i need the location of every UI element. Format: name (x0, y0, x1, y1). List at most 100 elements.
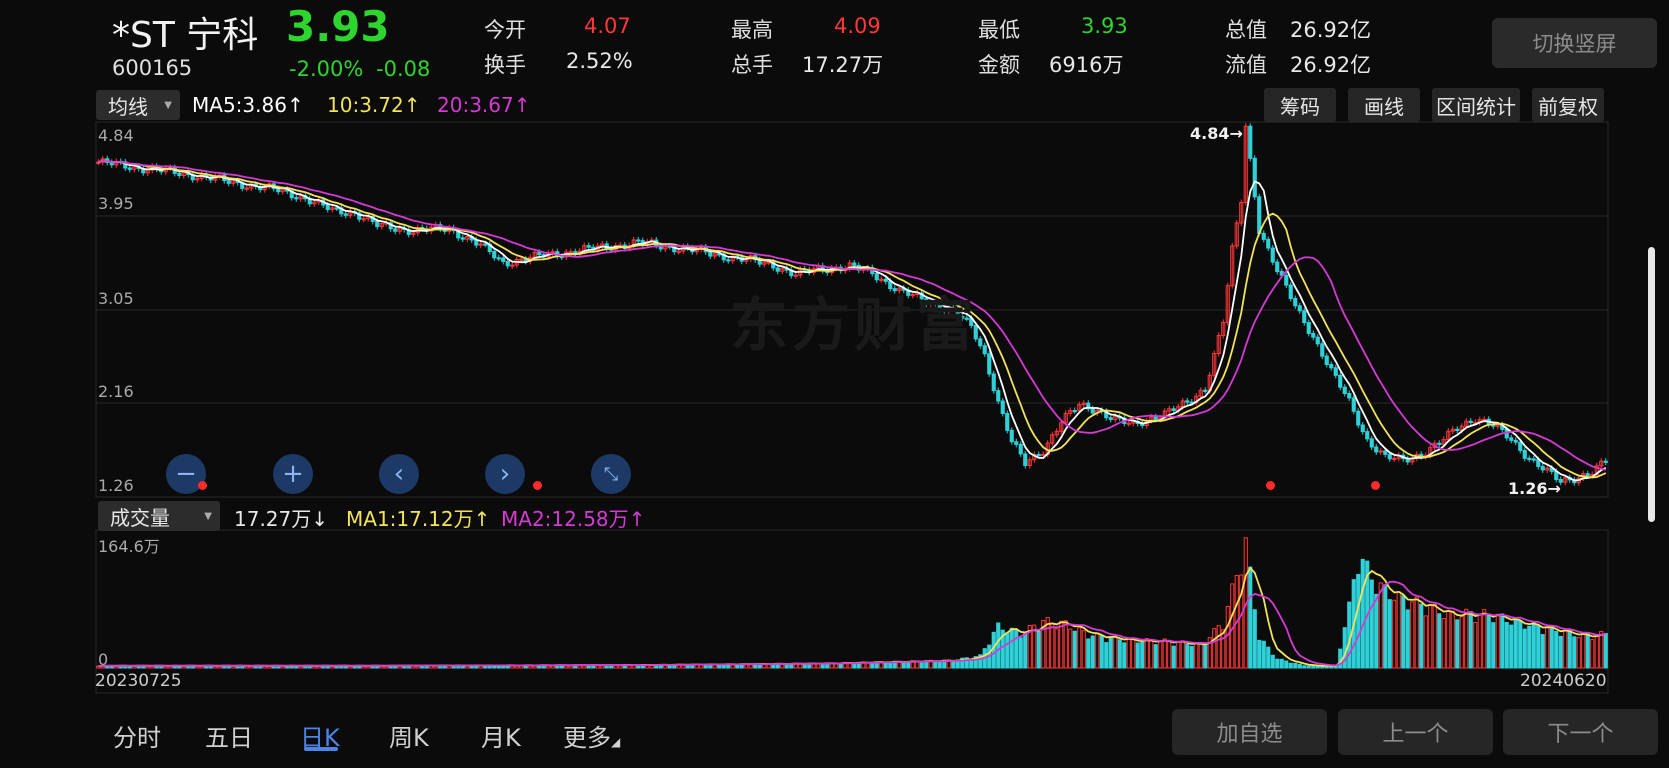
volume-bar (1500, 613, 1505, 669)
chevron-right-icon: › (499, 459, 511, 489)
volume-bar (1144, 638, 1149, 669)
candle-body (492, 251, 497, 259)
event-dot (1266, 481, 1275, 490)
corner-triangle-icon: ◢ (611, 735, 621, 749)
volume-bar (1603, 632, 1608, 669)
volume-bar (1509, 624, 1514, 669)
volume-bar (1441, 618, 1446, 669)
volume-bar (1581, 633, 1586, 669)
tab-monthly-k[interactable]: 月K (481, 718, 521, 753)
candle-body (982, 345, 987, 355)
volume-bar (1185, 644, 1190, 669)
candle-body (1540, 465, 1545, 471)
volume-bar (1396, 591, 1401, 669)
candle-body (1369, 438, 1374, 448)
candle-body (852, 262, 857, 266)
volume-bar (1212, 628, 1217, 669)
volume-bar (1558, 635, 1563, 669)
arrow-right-icon: → (1229, 124, 1243, 143)
volume-bar (1383, 584, 1388, 669)
volume-bar (1090, 635, 1095, 669)
volume-bar (1554, 630, 1559, 669)
volume-bar (1266, 646, 1271, 669)
volume-bar (1167, 641, 1172, 669)
previous-stock-button[interactable]: 上一个 (1338, 709, 1493, 755)
candle-body (987, 353, 992, 375)
zoom-in-button[interactable]: + (273, 454, 313, 494)
pan-right-button[interactable]: › (485, 454, 525, 494)
volume-bar (1423, 615, 1428, 669)
volume-bar (1270, 654, 1275, 669)
candle-body (1383, 450, 1388, 455)
tab-more[interactable]: 更多◢ (563, 718, 620, 753)
candle-body (1603, 460, 1608, 463)
min-price-marker: 1.26→ (1508, 479, 1561, 498)
volume-bars (96, 537, 1608, 669)
candle-body (1252, 157, 1257, 198)
volume-bar (996, 622, 1001, 669)
next-stock-button[interactable]: 下一个 (1503, 709, 1658, 755)
candle-body (1023, 453, 1028, 466)
price-tick: 2.16 (98, 382, 134, 401)
volume-bar (852, 663, 857, 669)
candle-body (496, 257, 501, 260)
candle-body (1522, 449, 1527, 459)
volume-bar (1392, 599, 1397, 669)
volume-bar (1563, 630, 1568, 669)
price-tick: 3.05 (98, 289, 134, 308)
candle-body (393, 228, 398, 232)
volume-bar (1131, 638, 1136, 669)
max-price-marker: 4.84→ (1190, 124, 1243, 143)
active-tab-indicator (304, 747, 338, 751)
notification-dot (198, 481, 207, 490)
candle-body (1203, 389, 1208, 392)
tab-weekly-k[interactable]: 周K (389, 718, 429, 753)
volume-bar (1113, 635, 1118, 669)
arrow-down-icon: ↓ (311, 507, 329, 531)
volume-bar (1284, 660, 1289, 669)
pan-left-button[interactable]: ‹ (379, 454, 419, 494)
volume-bar (1014, 629, 1019, 669)
volume-max-tick: 164.6万 (98, 537, 160, 556)
volume-bar (1279, 658, 1284, 669)
volume-bar (1068, 628, 1073, 669)
indicator-select[interactable]: 成交量 ▼ (98, 501, 220, 531)
volume-bar (1158, 640, 1163, 669)
candle-body (1509, 437, 1514, 441)
volume-bar (1414, 596, 1419, 669)
tab-five-day[interactable]: 五日 (205, 718, 253, 753)
volume-bar (1518, 620, 1523, 669)
candle-body (177, 172, 182, 176)
tab-intraday[interactable]: 分时 (113, 718, 161, 753)
kline-chart[interactable] (0, 0, 1669, 768)
volume-bar (1086, 638, 1091, 669)
volume-bar (1432, 603, 1437, 669)
volume-bar (1162, 638, 1167, 669)
volume-bar (951, 660, 956, 669)
volume-bar (1261, 640, 1266, 669)
volume-bar (1419, 603, 1424, 669)
candle-body (1306, 322, 1311, 334)
scrollbar-thumb[interactable] (1648, 247, 1655, 522)
reset-zoom-button[interactable]: ⤡ (591, 454, 631, 494)
volume-zero-tick: 0 (98, 650, 109, 669)
volume-bar (1095, 632, 1100, 669)
vol-ma1-value: MA1:17.12万 (346, 507, 474, 531)
volume-bar (1050, 622, 1055, 669)
volume-bar (1486, 614, 1491, 669)
candle-body (1297, 305, 1302, 312)
volume-bar (1140, 641, 1145, 669)
volume-bar (1257, 639, 1262, 669)
candle-body (1356, 410, 1361, 426)
volume-bar (937, 660, 942, 669)
add-watchlist-button[interactable]: 加自选 (1172, 709, 1327, 755)
volume-bar (1293, 662, 1298, 669)
volume-bar (1378, 582, 1383, 669)
compress-icon: ⤡ (603, 463, 619, 485)
candle-body (1320, 343, 1325, 357)
candle-body (636, 239, 641, 242)
candle-body (1009, 429, 1014, 443)
volume-bar (1360, 558, 1365, 669)
candle-body (1261, 232, 1266, 240)
price-tick: 3.95 (98, 194, 134, 213)
